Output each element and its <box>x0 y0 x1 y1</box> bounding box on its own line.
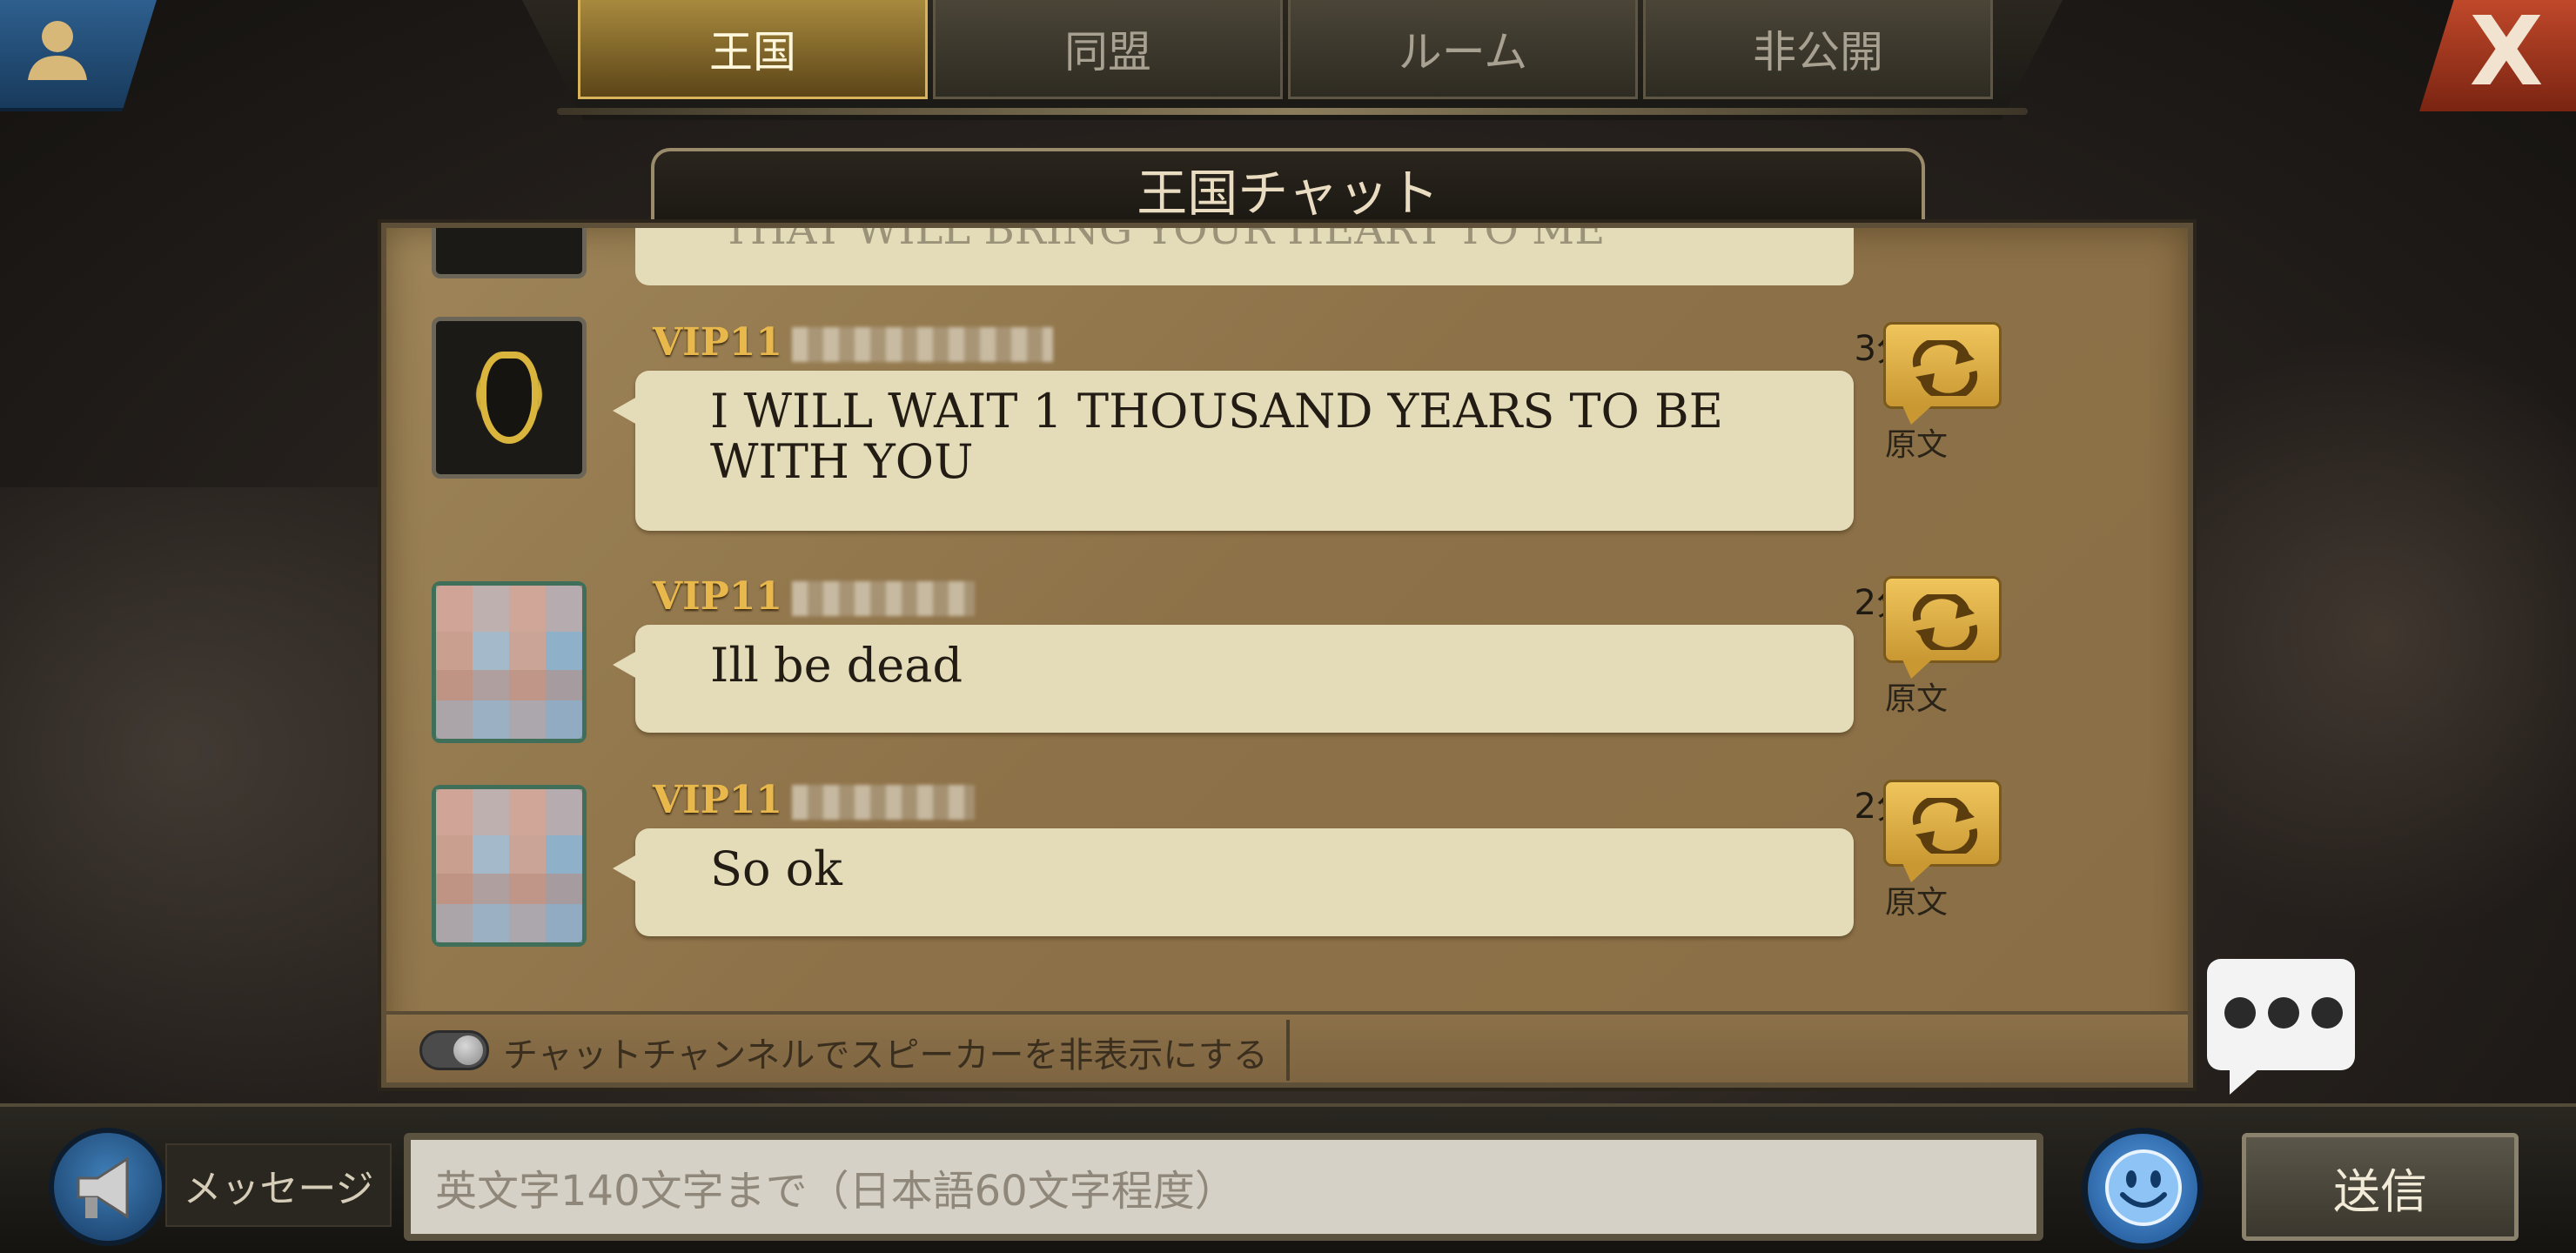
vip-badge: VIP11 <box>653 320 783 365</box>
blurred-avatar[interactable] <box>432 581 587 743</box>
send-button[interactable]: 送信 <box>2242 1133 2519 1241</box>
translate-icon <box>1912 798 1978 854</box>
panel-title: 王国チャット <box>651 148 1925 226</box>
original-text-label: 原文 <box>1885 427 1949 463</box>
player-name-blurred[interactable] <box>792 785 975 820</box>
translate-icon <box>1912 594 1978 650</box>
tab-alliance[interactable]: 同盟 <box>933 0 1283 99</box>
message-bubble: I WILL WAIT 1 THOUSAND YEARS TO BE WITH … <box>613 371 1854 531</box>
message-bubble: Ill be dead <box>613 625 1854 733</box>
megaphone-icon <box>77 1156 129 1219</box>
tab-kingdom[interactable]: 王国 <box>578 0 928 99</box>
original-text-label: 原文 <box>1885 885 1949 921</box>
speaker-toggle-row: チャットチャンネルでスピーカーを非表示にする <box>386 1011 2188 1082</box>
tab-bar-rim <box>557 108 2028 115</box>
translate-icon <box>1912 340 1978 396</box>
player-name-blurred[interactable] <box>792 327 1053 362</box>
message-text: THAT WILL BRING YOUR HEART TO ME <box>722 228 1606 254</box>
message-bubble-partial: THAT WILL BRING YOUR HEART TO ME <box>635 228 1854 285</box>
emoji-button[interactable] <box>2082 1128 2204 1250</box>
ellipsis-icon <box>2224 997 2343 1029</box>
vip-badge: VIP11 <box>653 778 783 822</box>
vip-badge: VIP11 <box>653 574 783 619</box>
user-icon <box>28 21 87 80</box>
hide-speaker-toggle[interactable] <box>419 1030 489 1070</box>
close-icon: X <box>2469 0 2544 107</box>
smiley-icon <box>2105 1149 2182 1226</box>
blurred-avatar[interactable] <box>432 785 587 947</box>
original-text-label: 原文 <box>1885 681 1949 717</box>
tab-private[interactable]: 非公開 <box>1643 0 1993 99</box>
message-bubble: So ok <box>613 828 1854 936</box>
message-input-bar: メッセージ 英文字140文字まで（日本語60文字程度） 送信 <box>0 1103 2576 1253</box>
divider <box>1286 1020 1290 1081</box>
tab-room[interactable]: ルーム <box>1288 0 1638 99</box>
avatar[interactable] <box>432 228 587 278</box>
chat-panel: THAT WILL BRING YOUR HEART TO ME VIP11 3… <box>381 223 2193 1088</box>
message-text: I WILL WAIT 1 THOUSAND YEARS TO BE WITH … <box>710 384 1724 489</box>
tab-list: 王国 同盟 ルーム 非公開 <box>578 0 1993 99</box>
more-options-bubble[interactable] <box>2207 959 2355 1095</box>
message-input[interactable]: 英文字140文字まで（日本語60文字程度） <box>404 1133 2043 1241</box>
message-label: メッセージ <box>165 1143 392 1227</box>
player-name-blurred[interactable] <box>792 581 975 616</box>
cobra-kai-avatar[interactable] <box>432 317 587 479</box>
profile-button[interactable] <box>0 0 157 111</box>
translate-button[interactable] <box>1883 322 2002 409</box>
translate-button[interactable] <box>1883 780 2002 867</box>
close-button[interactable]: X <box>2419 0 2576 111</box>
message-text: So ok <box>710 841 842 896</box>
translate-button[interactable] <box>1883 576 2002 663</box>
message-text: Ill be dead <box>710 638 963 693</box>
message-list[interactable]: THAT WILL BRING YOUR HEART TO ME VIP11 3… <box>386 228 2188 1009</box>
speaker-button[interactable] <box>49 1128 167 1246</box>
hide-speaker-label: チャットチャンネルでスピーカーを非表示にする <box>503 1035 1268 1075</box>
